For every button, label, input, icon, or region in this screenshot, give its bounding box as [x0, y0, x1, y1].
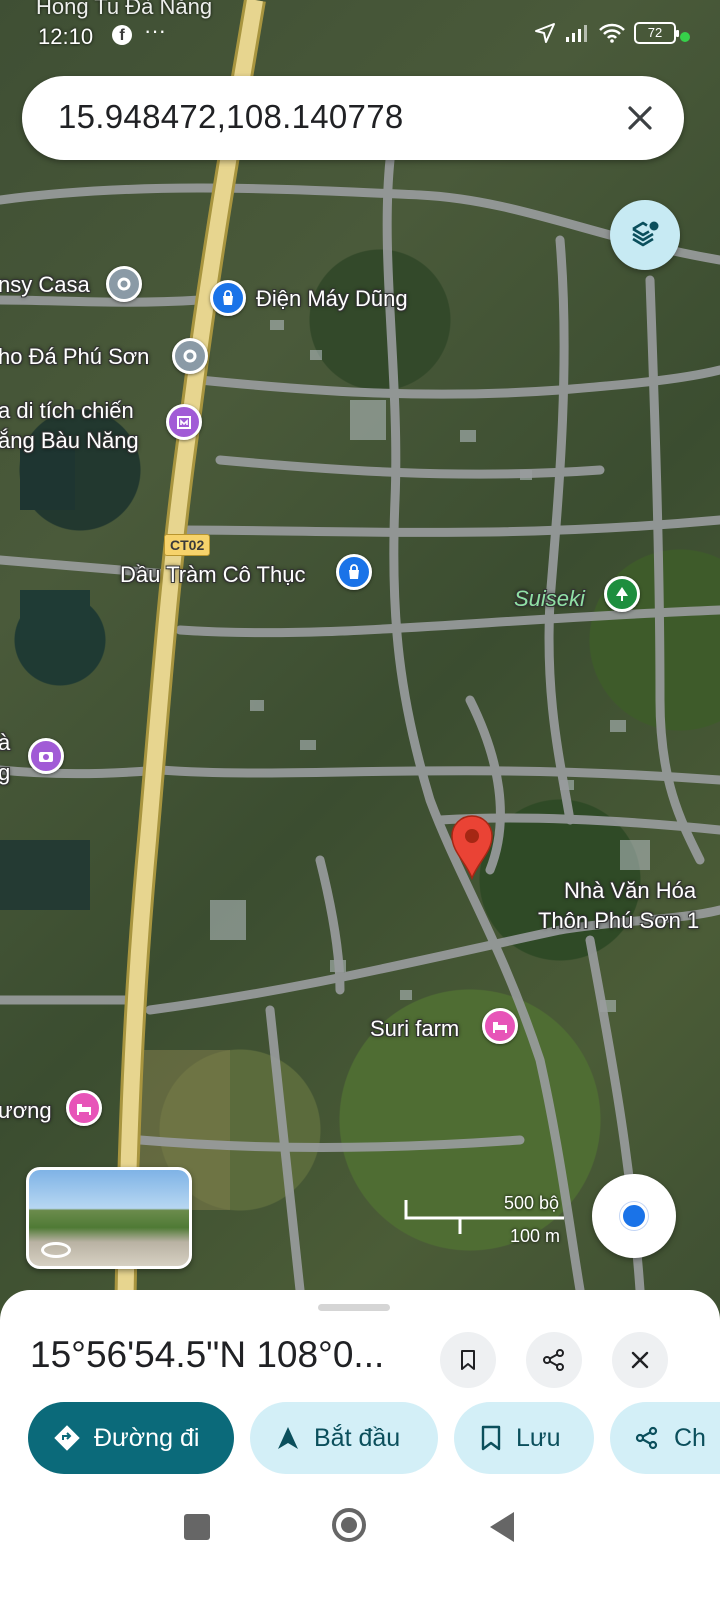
directions-button[interactable]: Đường đi [28, 1402, 234, 1474]
place-pin-icon[interactable] [172, 338, 208, 374]
start-label: Bắt đầu [314, 1423, 401, 1452]
save-label: Lưu [516, 1423, 561, 1452]
status-icons: 72 [534, 22, 679, 44]
street-view-360-icon [41, 1242, 71, 1258]
place-pin-icon[interactable] [106, 266, 142, 302]
location-arrow-icon [535, 23, 555, 43]
save-button[interactable]: Lưu [454, 1402, 594, 1474]
place-label[interactable]: Điện Máy Dũng [256, 286, 408, 312]
status-time: 12:10 [38, 24, 94, 49]
signal-icon [566, 25, 587, 42]
action-chips: Đường đi Bắt đầu Lưu Ch [28, 1402, 720, 1476]
share-button[interactable]: Ch [610, 1402, 720, 1474]
close-sheet-button[interactable] [612, 1332, 668, 1388]
navigation-arrow-icon [278, 1427, 298, 1449]
place-bottom-sheet[interactable]: 15°56'54.5"N 108°0... Đường đi Bắt đầu L… [0, 1290, 720, 1600]
search-bar[interactable]: 15.948472,108.140778 [22, 76, 684, 160]
directions-label: Đường đi [94, 1423, 200, 1452]
place-label[interactable]: Suri farm [370, 1016, 459, 1042]
home-button[interactable] [332, 1508, 366, 1542]
share-icon-button[interactable] [526, 1332, 582, 1388]
recents-button[interactable] [184, 1514, 210, 1540]
back-button[interactable] [490, 1512, 514, 1542]
place-label[interactable]: a di tích chiến [0, 398, 134, 424]
status-bar: Hong Tu Đà Nẵng 12:10 f ··· 72 [0, 0, 720, 60]
share-label: Ch [674, 1423, 706, 1452]
museum-icon[interactable] [166, 404, 202, 440]
road-network [0, 0, 720, 1330]
place-label-line2[interactable]: ắng Bàu Năng [0, 428, 139, 454]
scale-label-meters: 100 m [510, 1226, 561, 1246]
bookmark-icon [481, 1425, 501, 1451]
wifi-icon [599, 23, 625, 43]
place-label[interactable]: à [0, 730, 10, 756]
layers-icon [632, 221, 659, 247]
shopping-bag-icon[interactable] [336, 554, 372, 590]
place-label[interactable]: ương [0, 1098, 52, 1124]
tree-icon[interactable] [604, 576, 640, 612]
shopping-bag-icon[interactable] [210, 280, 246, 316]
bed-icon[interactable] [66, 1090, 102, 1126]
layers-button[interactable] [610, 200, 680, 270]
battery-icon: 72 [634, 22, 679, 44]
save-icon-button[interactable] [440, 1332, 496, 1388]
place-label[interactable]: Dầu Tràm Cô Thục [120, 562, 305, 588]
bookmark-icon [461, 1350, 475, 1370]
system-nav-bar [0, 1480, 720, 1580]
my-location-icon [620, 1202, 648, 1230]
bed-icon[interactable] [482, 1008, 518, 1044]
scale-label-feet: 500 bộ [504, 1193, 560, 1213]
more-notifications-icon: ··· [144, 18, 166, 43]
place-label[interactable]: nsy Casa [0, 272, 90, 298]
facebook-icon: f [112, 25, 132, 45]
search-query[interactable]: 15.948472,108.140778 [58, 98, 404, 136]
share-icon [635, 1426, 658, 1450]
dropped-pin-icon[interactable] [448, 812, 496, 880]
sheet-drag-handle[interactable] [318, 1304, 390, 1311]
share-icon [543, 1349, 564, 1371]
status-top-label: Hong Tu Đà Nẵng [36, 0, 213, 19]
privacy-indicator-dot [680, 32, 690, 42]
close-icon [631, 1351, 649, 1369]
road-badge-ct02: CT02 [164, 534, 211, 556]
clear-search-icon[interactable] [618, 96, 662, 140]
my-location-button[interactable] [592, 1174, 676, 1258]
satellite-map[interactable]: CT02 nsy Casa Điện Máy Dũng ho Đá Phú Sơ… [0, 0, 720, 1330]
place-label[interactable]: Nhà Văn Hóa [564, 878, 696, 904]
place-label[interactable]: Suiseki [514, 586, 585, 612]
directions-icon [54, 1425, 80, 1451]
coordinates-title: 15°56'54.5"N 108°0... [30, 1334, 385, 1375]
place-label[interactable]: ho Đá Phú Sơn [0, 344, 149, 370]
camera-icon[interactable] [28, 738, 64, 774]
start-button[interactable]: Bắt đầu [250, 1402, 438, 1474]
place-label-line2[interactable]: g [0, 760, 10, 786]
street-view-thumbnail[interactable] [26, 1167, 192, 1269]
place-label-line2[interactable]: Thôn Phú Sơn 1 [538, 908, 699, 934]
